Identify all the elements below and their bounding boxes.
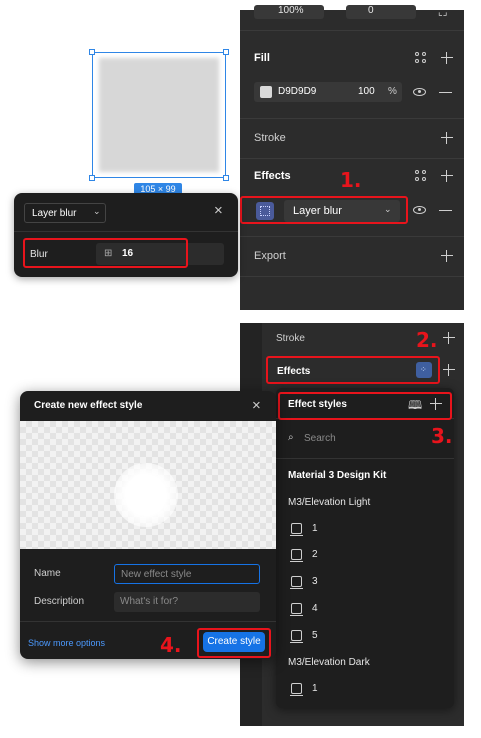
preview-glow	[114, 463, 178, 527]
divider	[240, 276, 464, 277]
resize-handle-top-right[interactable]	[223, 49, 229, 55]
kit-title: Material 3 Design Kit	[288, 470, 387, 481]
resize-handle-bottom-right[interactable]	[223, 175, 229, 181]
style-item[interactable]: 4	[312, 603, 318, 614]
name-input[interactable]: New effect style	[114, 564, 260, 584]
blur-type-select[interactable]: Layer blur ⌄	[24, 203, 106, 223]
effect-style-icon	[290, 576, 303, 589]
effect-style-icon	[290, 549, 303, 562]
description-label: Description	[34, 596, 85, 607]
create-effect-style-dialog: Create new effect style × Name New effec…	[20, 391, 276, 659]
stroke-title: Stroke	[254, 132, 286, 144]
divider	[14, 231, 238, 232]
divider	[20, 621, 276, 622]
percent-sign: %	[388, 86, 397, 97]
annotation-step-2: 2.	[416, 328, 438, 352]
style-item[interactable]: 2	[312, 549, 318, 560]
search-input[interactable]: Search	[304, 433, 336, 444]
add-fill-icon[interactable]	[440, 51, 454, 65]
divider	[240, 30, 464, 31]
dialog-title: Create new effect style	[34, 400, 143, 411]
effect-styles-panel: Effect styles 🕮 ⌕ Search Material 3 Desi…	[276, 388, 454, 708]
resize-handle-bottom-left[interactable]	[89, 175, 95, 181]
add-effect-icon[interactable]	[442, 363, 456, 377]
annotation-step-3: 3.	[431, 424, 453, 448]
annotation-step-4: 4.	[160, 633, 182, 657]
divider	[240, 236, 464, 237]
style-item[interactable]: 1	[312, 683, 318, 694]
fill-title: Fill	[254, 52, 270, 64]
fill-hex[interactable]: D9D9D9	[278, 86, 316, 97]
effect-style-icon	[290, 523, 303, 536]
stroke-title: Stroke	[276, 333, 305, 344]
annotation-box-2	[266, 356, 440, 384]
styles-grid-icon[interactable]	[415, 170, 427, 182]
group-title: M3/Elevation Dark	[288, 657, 370, 668]
styles-grid-icon[interactable]	[415, 52, 427, 64]
fill-opacity[interactable]: 100	[358, 86, 375, 97]
close-icon[interactable]: ×	[214, 202, 223, 219]
effect-style-icon	[290, 603, 303, 616]
style-item[interactable]: 1	[312, 523, 318, 534]
annotation-box-blur	[23, 238, 188, 268]
annotation-box-3	[278, 392, 452, 420]
divider	[276, 458, 454, 459]
expand-icon[interactable]: ⌞⌟	[438, 6, 447, 20]
search-icon: ⌕	[288, 432, 294, 443]
annotation-step-1: 1.	[340, 168, 362, 192]
remove-fill-icon[interactable]	[439, 92, 452, 94]
style-item[interactable]: 3	[312, 576, 318, 587]
resize-handle-top-left[interactable]	[89, 49, 95, 55]
style-item[interactable]: 5	[312, 630, 318, 641]
visibility-eye-icon[interactable]	[413, 88, 426, 96]
blurred-rectangle	[99, 58, 219, 172]
annotation-box-1	[240, 196, 408, 224]
fill-swatch[interactable]	[260, 86, 272, 98]
chevron-down-icon: ⌄	[93, 206, 101, 216]
effect-style-icon	[290, 630, 303, 643]
add-effect-icon[interactable]	[440, 169, 454, 183]
export-title: Export	[254, 250, 286, 262]
divider	[240, 118, 464, 119]
visibility-eye-icon[interactable]	[413, 206, 426, 214]
rotation-value: 0	[368, 5, 374, 16]
design-panel-top: 100% 0 ⌞⌟ Fill D9D9D9 100 % Stroke Effec…	[240, 5, 464, 310]
add-stroke-icon[interactable]	[442, 331, 456, 345]
annotation-box-4	[197, 628, 271, 658]
divider	[240, 158, 464, 159]
add-stroke-icon[interactable]	[440, 131, 454, 145]
fill-color-row[interactable]: D9D9D9 100 %	[254, 82, 402, 102]
blur-type-label: Layer blur	[32, 208, 77, 219]
description-placeholder: What's it for?	[120, 596, 179, 607]
corner-value: 100%	[278, 5, 304, 16]
selected-frame[interactable]	[89, 49, 229, 181]
corner-radius-field[interactable]: 100%	[254, 5, 324, 19]
effect-style-icon	[290, 683, 303, 696]
effect-preview	[20, 421, 276, 549]
close-icon[interactable]: ×	[252, 397, 261, 414]
name-label: Name	[34, 568, 61, 579]
remove-effect-icon[interactable]	[439, 210, 452, 212]
effects-title: Effects	[254, 170, 291, 182]
name-placeholder: New effect style	[121, 569, 192, 580]
add-export-icon[interactable]	[440, 249, 454, 263]
rotation-field[interactable]: 0	[346, 5, 416, 19]
group-title: M3/Elevation Light	[288, 497, 371, 508]
description-input[interactable]: What's it for?	[114, 592, 260, 612]
show-more-options-link[interactable]: Show more options	[28, 638, 105, 648]
